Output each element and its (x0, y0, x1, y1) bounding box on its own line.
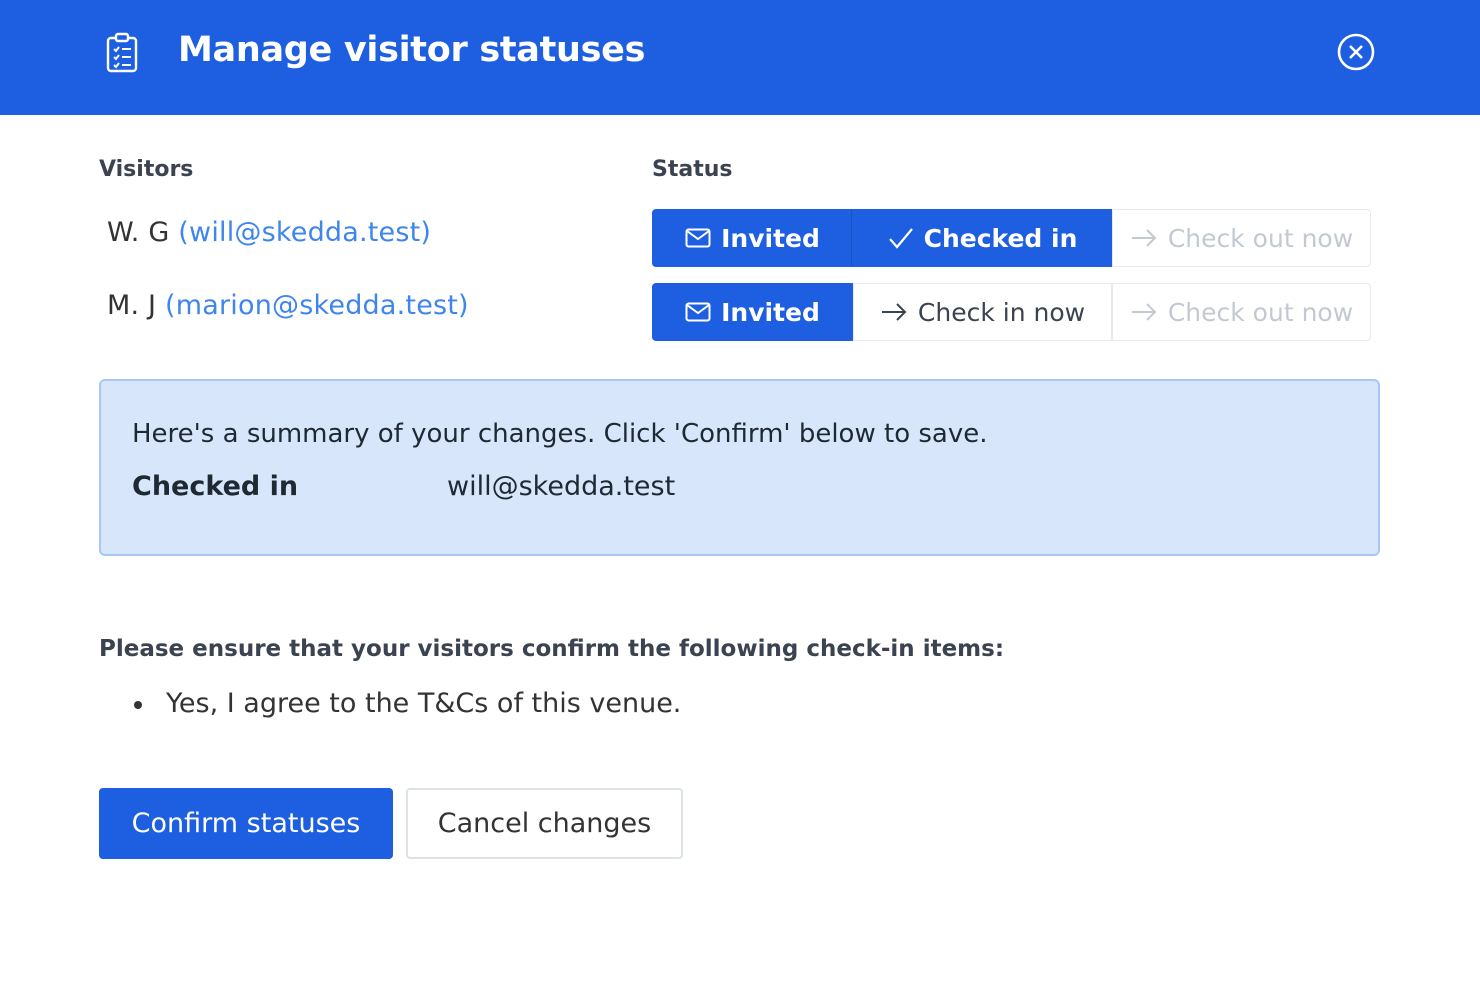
checked-in-label: Checked in (923, 223, 1078, 253)
bullet-icon (134, 700, 142, 709)
visitor-name: W. G (107, 217, 170, 248)
visitors-column-label: Visitors (99, 157, 194, 182)
invited-status-button[interactable]: Invited (652, 283, 853, 341)
checkmark-icon (888, 227, 914, 249)
visitor-email-link[interactable]: (marion@skedda.test) (165, 290, 469, 321)
visitor-name: M. J (107, 290, 157, 321)
arrow-right-icon (1130, 302, 1158, 322)
check-out-now-label: Check out now (1167, 297, 1354, 327)
modal-header: Manage visitor statuses (0, 0, 1480, 115)
summary-email: will@skedda.test (447, 471, 676, 502)
invited-label: Invited (721, 223, 820, 253)
visitor-email-link[interactable]: (will@skedda.test) (178, 217, 431, 248)
check-out-now-label: Check out now (1167, 223, 1354, 253)
checkin-items-heading: Please ensure that your visitors confirm… (99, 636, 1005, 662)
check-in-now-button[interactable]: Check in now (853, 283, 1112, 341)
close-icon[interactable] (1334, 30, 1378, 74)
check-out-now-button[interactable]: Check out now (1112, 209, 1371, 267)
invited-label: Invited (721, 297, 820, 327)
check-in-now-label: Check in now (917, 297, 1086, 327)
envelope-icon (685, 228, 711, 248)
invited-status-button[interactable]: Invited (652, 209, 853, 267)
summary-status: Checked in (132, 471, 299, 502)
modal-title: Manage visitor statuses (178, 30, 646, 70)
cancel-changes-button[interactable]: Cancel changes (406, 788, 683, 859)
summary-intro-text: Here's a summary of your changes. Click … (132, 419, 988, 449)
changes-summary-panel: Here's a summary of your changes. Click … (99, 379, 1380, 556)
checkin-item-text: Yes, I agree to the T&Cs of this venue. (166, 688, 682, 719)
arrow-right-icon (1130, 228, 1158, 248)
checkin-items-list: Yes, I agree to the T&Cs of this venue. (134, 688, 681, 719)
clipboard-icon (106, 32, 138, 73)
summary-intro: Here's a summary of your changes. Click … (132, 419, 988, 449)
confirm-statuses-button[interactable]: Confirm statuses (99, 788, 393, 859)
list-item: Yes, I agree to the T&Cs of this venue. (134, 688, 681, 719)
arrow-right-icon (880, 302, 908, 322)
status-column-label: Status (652, 157, 733, 182)
envelope-icon (685, 302, 711, 322)
checked-in-status-button[interactable]: Checked in (853, 209, 1112, 267)
visitor-row: W. G (will@skedda.test) (107, 217, 431, 248)
visitor-row: M. J (marion@skedda.test) (107, 290, 469, 321)
check-out-now-button[interactable]: Check out now (1112, 283, 1371, 341)
